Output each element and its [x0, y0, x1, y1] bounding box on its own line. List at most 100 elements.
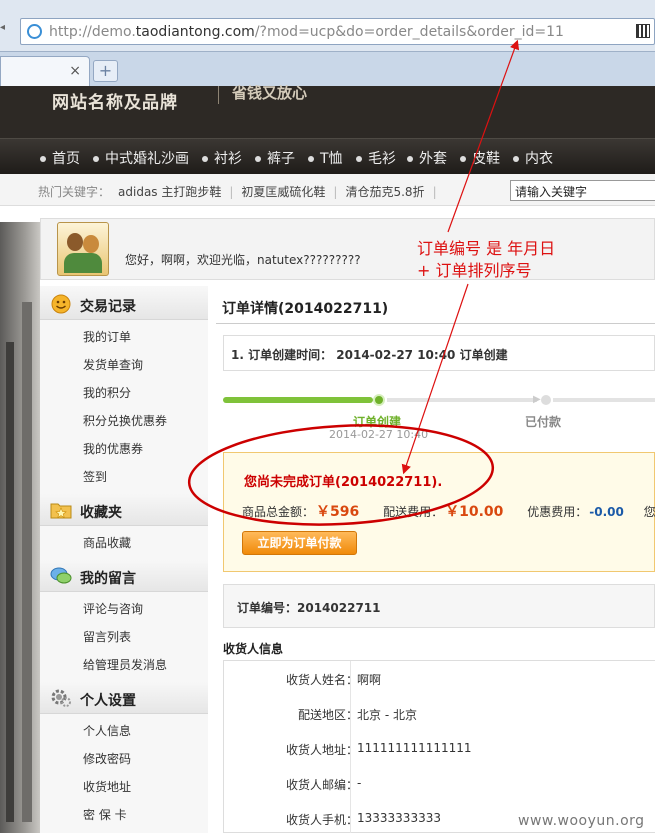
- avatar-head: [83, 235, 99, 253]
- sidebar-item-my-points[interactable]: 我的积分: [83, 384, 131, 401]
- nav-item-shirts[interactable]: 衬衫: [202, 148, 242, 168]
- progress-bar-pending: [387, 398, 537, 402]
- sidebar-item-security-card[interactable]: 密 保 卡: [83, 806, 127, 823]
- url-field[interactable]: http://demo.taodiantong.com/?mod=ucp&do=…: [20, 18, 655, 45]
- field-value: -: [357, 776, 362, 790]
- goods-total-label: 商品总金额：: [242, 505, 315, 519]
- consignee-table: 收货人姓名： 啊啊 配送地区： 北京 - 北京 收货人地址： 111111111…: [223, 660, 655, 833]
- hot-keyword-link[interactable]: adidas 主打跑步鞋: [118, 185, 221, 199]
- consignee-title: 收货人信息: [223, 642, 284, 656]
- sidebar-item-message-admin[interactable]: 给管理员发消息: [83, 656, 167, 673]
- hot-keywords: 热门关键字： adidas 主打跑步鞋 | 初夏匡威硫化鞋 | 清仓茄克5.8折 |: [38, 183, 445, 200]
- order-amounts: 商品总金额： ￥596 配送费用： ￥10.00 优惠费用： -0.00 您: [242, 501, 655, 521]
- close-tab-icon[interactable]: ×: [69, 63, 81, 79]
- sidebar-item-shipment-query[interactable]: 发货单查询: [83, 356, 143, 373]
- progress-step-dot: [541, 395, 551, 405]
- annotation-line: + 订单排列序号: [417, 261, 532, 280]
- nav-item-pants[interactable]: 裤子: [255, 148, 295, 168]
- nav-item-home[interactable]: 首页: [40, 148, 80, 168]
- building-shape: [22, 302, 32, 822]
- pay-now-button[interactable]: 立即为订单付款: [242, 531, 357, 555]
- order-progress: ▶ 订单创建 已付款 2014-02-27 10:40: [223, 393, 655, 443]
- keyword-divider: |: [229, 185, 234, 199]
- site-slogan: 省钱又放心: [232, 84, 308, 102]
- table-row: 收货人地址： 111111111111111: [224, 731, 655, 765]
- field-label: 收货人地址：: [285, 743, 358, 757]
- chevron-right-icon: ▶: [533, 394, 541, 405]
- sidebar-section-settings: 个人设置: [40, 682, 208, 714]
- goods-total-value: ￥596: [316, 504, 360, 520]
- order-number-box: 订单编号：2014022711: [223, 584, 655, 628]
- field-value: 111111111111111: [357, 741, 472, 755]
- avatar[interactable]: [57, 222, 109, 276]
- sidebar-item-my-orders[interactable]: 我的订单: [83, 328, 131, 345]
- discount-label: 优惠费用：: [527, 505, 588, 519]
- back-arrow-icon[interactable]: ◂: [0, 22, 12, 42]
- field-value: 13333333333: [357, 811, 441, 825]
- building-shape: [6, 342, 14, 822]
- avatar-head: [67, 233, 83, 251]
- progress-bar-done: [223, 397, 373, 403]
- user-welcome-card: 您好，啊啊，欢迎光临，natutex?????????: [40, 218, 655, 280]
- sidebar-section-title: 收藏夹: [80, 505, 122, 521]
- progress-step-label: 已付款: [525, 415, 562, 429]
- site-brand[interactable]: 网站名称及品牌: [52, 88, 178, 113]
- browser-tab[interactable]: ×: [0, 56, 90, 86]
- field-label: 收货人手机：: [285, 813, 358, 827]
- browser-address-bar-area: ◂ http://demo.taodiantong.com/?mod=ucp&d…: [0, 0, 655, 52]
- chat-bubble-icon: [50, 567, 72, 584]
- table-row: 配送地区： 北京 - 北京: [224, 696, 655, 730]
- field-label: 配送地区：: [297, 708, 358, 722]
- table-row: 收货人邮编： -: [224, 766, 655, 800]
- account-sidebar: 交易记录 我的订单 发货单查询 我的积分 积分兑换优惠券 我的优惠券 签到 收藏…: [40, 286, 208, 833]
- search-input[interactable]: 请输入关键字: [510, 180, 655, 201]
- sidebar-item-product-favorites[interactable]: 商品收藏: [83, 534, 131, 551]
- sidebar-item-check-in[interactable]: 签到: [83, 468, 107, 485]
- nav-item-coats[interactable]: 外套: [407, 148, 447, 168]
- keyword-divider: |: [333, 185, 338, 199]
- order-number: 订单编号：2014022711: [237, 601, 381, 615]
- sidebar-section-trades: 交易记录: [40, 288, 208, 320]
- title-divider: [216, 323, 655, 324]
- welcome-text: 您好，啊啊，欢迎光临，natutex?????????: [125, 253, 361, 267]
- nav-item-sweaters[interactable]: 毛衫: [356, 148, 396, 168]
- site-header: 网站名称及品牌 省钱又放心: [0, 84, 655, 138]
- qr-code-icon[interactable]: [636, 24, 650, 38]
- page-title: 订单详情(2014022711): [222, 301, 389, 317]
- sidebar-item-reviews[interactable]: 评论与咨询: [83, 600, 143, 617]
- nav-item-underwear[interactable]: 内衣: [513, 148, 553, 168]
- nav-item-sand-painting[interactable]: 中式婚礼沙画: [93, 148, 189, 168]
- main-nav: 首页 中式婚礼沙画 衬衫 裤子 T恤 毛衫 外套 皮鞋 内衣: [0, 138, 655, 174]
- annotation-line: 订单编号 是 年月日: [417, 239, 556, 258]
- hot-keyword-link[interactable]: 初夏匡威硫化鞋: [241, 185, 325, 199]
- smiley-icon: [51, 294, 71, 314]
- notice-message: 您尚未完成订单(2014022711).: [244, 475, 443, 490]
- sidebar-item-my-coupons[interactable]: 我的优惠券: [83, 440, 143, 457]
- sidebar-section-favorites: 收藏夹: [40, 494, 208, 526]
- sidebar-item-change-password[interactable]: 修改密码: [83, 750, 131, 767]
- progress-step-date: 2014-02-27 10:40: [329, 428, 429, 441]
- nav-item-shoes[interactable]: 皮鞋: [460, 148, 500, 168]
- hot-keyword-link[interactable]: 清仓茄克5.8折: [345, 185, 424, 199]
- nav-item-tshirts[interactable]: T恤: [308, 148, 343, 168]
- folder-star-icon: [50, 503, 72, 519]
- order-log-entry: 1. 订单创建时间： 2014-02-27 10:40 订单创建: [231, 348, 508, 362]
- shipping-label: 配送费用：: [383, 505, 444, 519]
- field-value: 啊啊: [357, 673, 382, 687]
- shipping-value: ￥10.00: [445, 504, 504, 520]
- url-text: http://demo.taodiantong.com/?mod=ucp&do=…: [49, 24, 564, 40]
- globe-icon: [27, 24, 42, 39]
- order-log: 1. 订单创建时间： 2014-02-27 10:40 订单创建: [223, 335, 655, 371]
- discount-value: -0.00: [589, 505, 624, 519]
- field-label: 收货人姓名：: [285, 673, 358, 687]
- sidebar-item-redeem-coupons[interactable]: 积分兑换优惠券: [83, 412, 167, 429]
- unpaid-order-notice: 您尚未完成订单(2014022711). 商品总金额： ￥596 配送费用： ￥10…: [223, 452, 655, 572]
- sidebar-item-addresses[interactable]: 收货地址: [83, 778, 131, 795]
- annotation-arrow: [401, 283, 469, 475]
- sidebar-item-profile[interactable]: 个人信息: [83, 722, 131, 739]
- progress-step-dot-active: [373, 394, 385, 406]
- hot-keywords-label: 热门关键字：: [38, 185, 111, 199]
- new-tab-button[interactable]: +: [93, 60, 118, 82]
- truncated-label: 您: [643, 505, 655, 519]
- sidebar-item-message-list[interactable]: 留言列表: [83, 628, 131, 645]
